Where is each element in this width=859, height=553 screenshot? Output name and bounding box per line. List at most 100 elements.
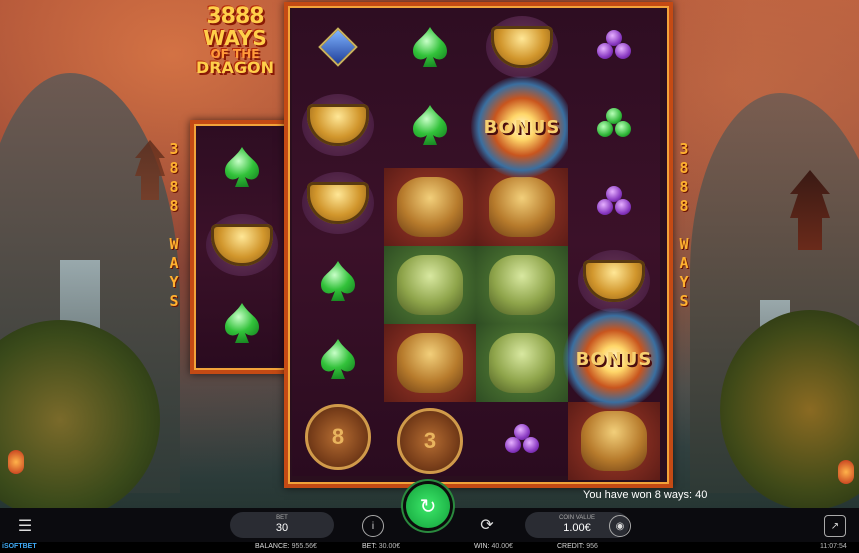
symbol-coin-8: 8 xyxy=(292,398,384,476)
logo-line-1: 3888 xyxy=(206,4,264,29)
status-bar: iSOFTBET BALANCE: 955.56€ BET: 30.00€ WI… xyxy=(0,542,859,553)
exit-button[interactable]: ↗ xyxy=(824,515,846,537)
turtle-icon xyxy=(489,255,555,315)
coin-icon: 8 xyxy=(305,404,371,470)
credit-status: CREDIT: 956 xyxy=(557,543,598,550)
symbol-gold-ingot xyxy=(292,86,384,164)
spade-gem-icon xyxy=(413,105,447,145)
symbol-gold-turtle xyxy=(384,324,476,402)
logo-line-4: DRAGON xyxy=(195,58,275,77)
reel-2: 8 xyxy=(292,8,384,476)
lantern-icon xyxy=(8,450,24,474)
ways-char: A xyxy=(679,254,689,272)
clover-icon xyxy=(597,186,631,220)
bet-display[interactable]: BET 30 xyxy=(230,512,334,538)
ways-char: A xyxy=(169,254,179,272)
reel-3: 3 xyxy=(384,8,476,476)
ways-char: W xyxy=(169,235,179,253)
symbol-bonus-dragon: BONUS xyxy=(563,308,665,410)
info-button[interactable]: i xyxy=(362,515,384,537)
info-icon: i xyxy=(362,515,384,537)
spade-gem-icon xyxy=(225,303,259,343)
ingot-icon xyxy=(307,104,369,146)
ways-text-left: 3 8 8 8 W A Y S xyxy=(166,140,182,311)
ways-spacer xyxy=(676,216,692,235)
spade-gem-icon xyxy=(321,339,355,379)
autoplay-button[interactable]: ⟳ xyxy=(477,515,497,535)
exit-icon: ↗ xyxy=(824,515,846,537)
coins-icon: ◉ xyxy=(609,515,631,537)
bet-status-label: BET: xyxy=(362,543,377,550)
logo-line-2: WAYS xyxy=(203,26,267,50)
ways-char: Y xyxy=(169,273,179,291)
turtle-icon xyxy=(489,177,555,237)
symbol-gold-ingot xyxy=(196,206,288,284)
spin-button[interactable]: ↻ xyxy=(406,484,450,528)
symbol-jade-turtle xyxy=(384,246,476,324)
symbol-gold-turtle xyxy=(384,168,476,246)
symbol-jade-turtle xyxy=(476,246,568,324)
symbol-gold-turtle xyxy=(568,402,660,480)
clover-icon xyxy=(597,108,631,142)
spade-gem-icon xyxy=(413,27,447,67)
turtle-icon xyxy=(581,411,647,471)
balance-value: 955.56€ xyxy=(291,543,317,550)
symbol-green-spade xyxy=(196,284,288,362)
ingot-icon xyxy=(211,224,273,266)
ways-char: 8 xyxy=(679,159,689,177)
symbol-purple-clover xyxy=(476,402,568,480)
symbol-bonus-dragon: BONUS xyxy=(471,76,573,178)
symbol-jade-turtle xyxy=(476,324,568,402)
balance-label: BALANCE: xyxy=(255,543,290,550)
ways-char: 8 xyxy=(169,197,179,215)
bowl-icon xyxy=(486,16,558,78)
coins-button[interactable]: ◉ xyxy=(609,515,631,537)
clock: 11:07:54 xyxy=(820,543,847,550)
refresh-icon: ↻ xyxy=(419,495,437,518)
ingot-icon xyxy=(307,182,369,224)
clover-icon xyxy=(597,30,631,64)
symbol-purple-clover xyxy=(568,164,660,242)
symbol-green-spade xyxy=(292,320,384,398)
symbol-coin-3: 3 xyxy=(384,402,476,480)
menu-button[interactable]: ☰ xyxy=(14,516,36,535)
win-status-label: WIN: xyxy=(474,543,490,550)
autoplay-icon: ⟳ xyxy=(480,517,494,534)
turtle-icon xyxy=(489,333,555,393)
bonus-label: BONUS xyxy=(575,348,653,370)
coin-icon: 3 xyxy=(397,408,463,474)
ingot-icon xyxy=(491,26,553,68)
turtle-icon xyxy=(397,177,463,237)
win-message: You have won 8 ways: 40 xyxy=(583,489,708,501)
symbol-green-spade xyxy=(384,8,476,86)
lantern-icon xyxy=(838,460,854,484)
bowl-icon xyxy=(206,214,278,276)
hamburger-icon: ☰ xyxy=(17,518,33,535)
symbol-gold-ingot xyxy=(476,8,568,86)
balance-status: BALANCE: 955.56€ xyxy=(255,543,317,550)
ways-char: 8 xyxy=(679,197,689,215)
ways-char: S xyxy=(679,292,689,310)
bowl-icon xyxy=(302,94,374,156)
diamond-icon xyxy=(318,27,358,67)
spade-gem-icon xyxy=(225,147,259,187)
symbol-green-spade xyxy=(196,128,288,206)
ways-text-right: 3 8 8 8 W A Y S xyxy=(676,140,692,311)
bet-status-value: 30.00€ xyxy=(378,543,401,550)
win-status-value: 40.00€ xyxy=(491,543,513,550)
bet-label: BET xyxy=(276,515,288,521)
ingot-icon xyxy=(583,260,645,302)
bowl-icon xyxy=(578,250,650,312)
symbol-green-spade xyxy=(292,242,384,320)
ways-char: W xyxy=(679,235,689,253)
win-status: WIN: 40.00€ xyxy=(474,543,513,550)
bet-status: BET: 30.00€ xyxy=(362,543,400,550)
credit-label: CREDIT: xyxy=(557,543,585,550)
credit-value: 956 xyxy=(586,543,598,550)
bowl-icon xyxy=(302,172,374,234)
ways-char: 8 xyxy=(169,178,179,196)
game-logo: 3888 WAYS OF THE DRAGON xyxy=(190,6,280,106)
spade-gem-icon xyxy=(321,261,355,301)
turtle-icon xyxy=(397,255,463,315)
ways-spacer xyxy=(166,216,182,235)
